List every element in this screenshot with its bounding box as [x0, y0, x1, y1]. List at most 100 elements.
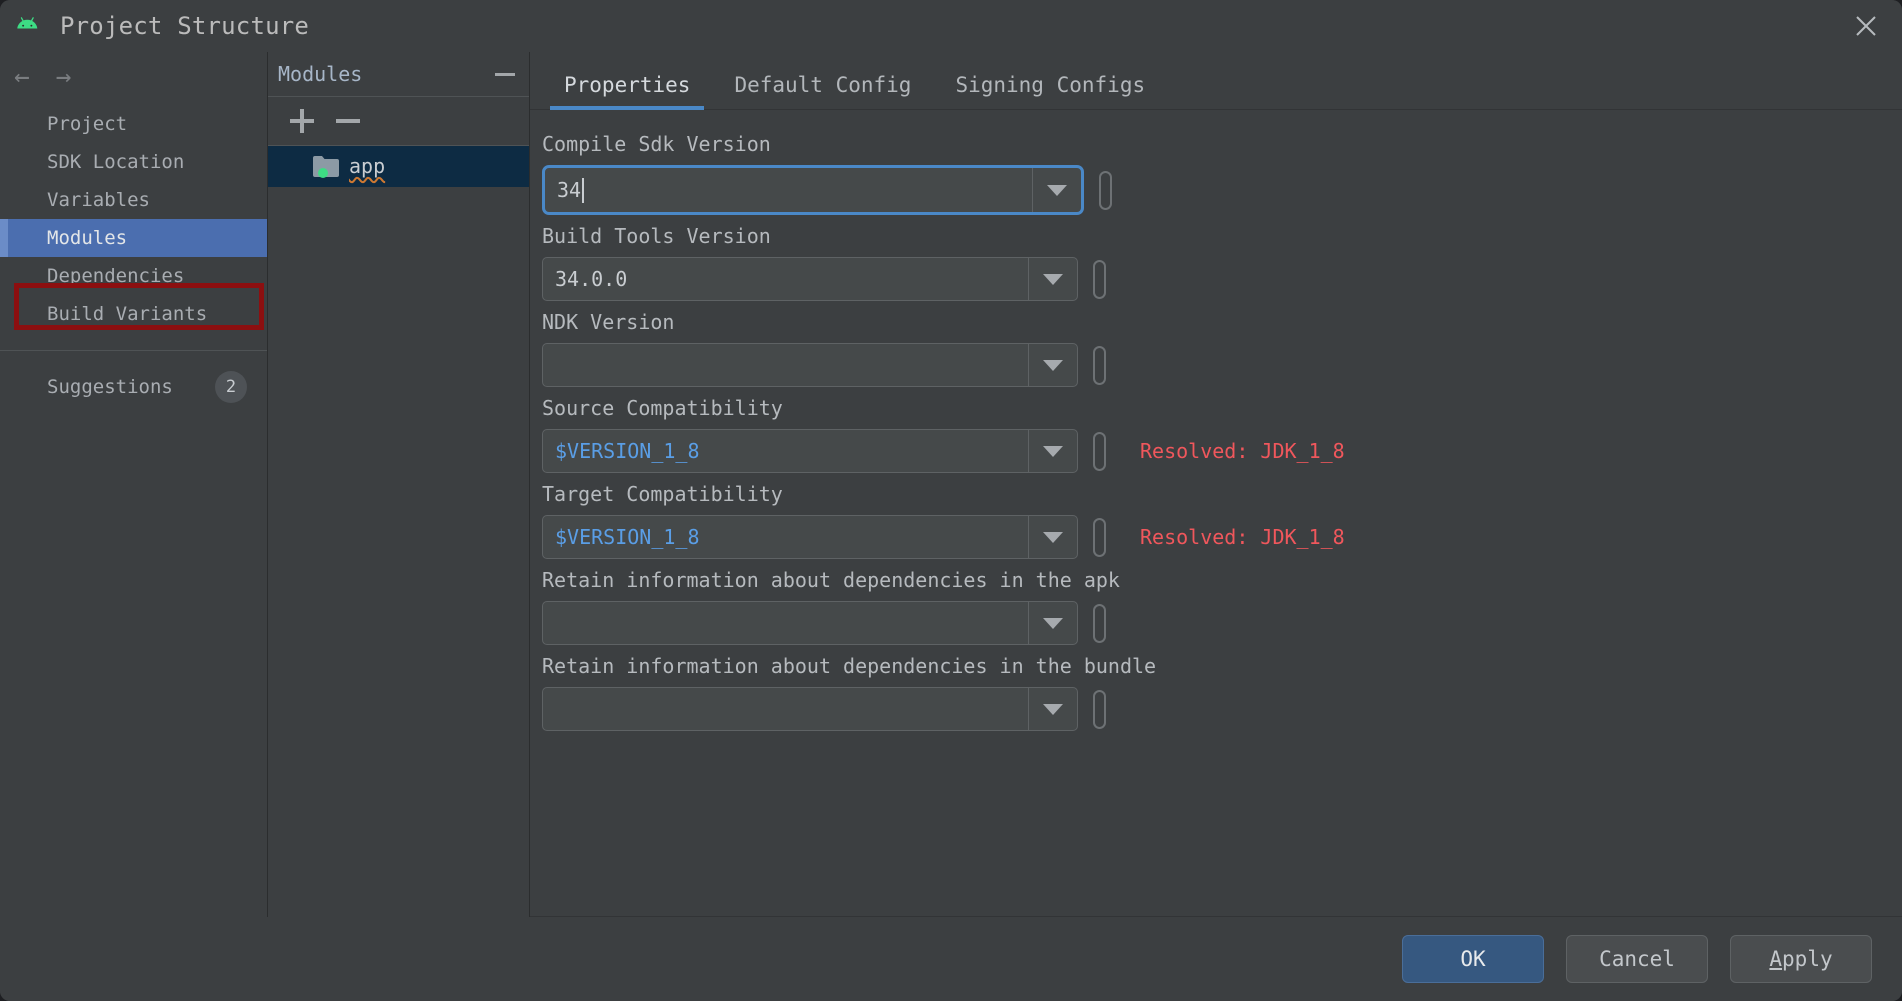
- apply-button[interactable]: Apply: [1730, 935, 1872, 983]
- field-row: [542, 687, 1902, 731]
- properties-form: Compile Sdk Version 34 Build Tools Versi…: [530, 110, 1902, 917]
- combo-value: [543, 688, 1028, 730]
- tab-label: Signing Configs: [955, 73, 1146, 97]
- combo-value: [543, 602, 1028, 644]
- left-navigation-panel: ← → Project SDK Location Variables Modul…: [0, 52, 268, 917]
- sidebar-item-label: Suggestions: [47, 376, 173, 398]
- sidebar-item-variables[interactable]: Variables: [0, 181, 267, 219]
- field-ndk-version: NDK Version: [542, 310, 1902, 387]
- apply-button-mnemonic: A: [1769, 947, 1783, 971]
- chevron-down-icon[interactable]: [1028, 602, 1077, 644]
- variable-pill-icon[interactable]: [1099, 170, 1112, 210]
- sidebar-item-label: Modules: [47, 227, 128, 249]
- tab-bar: Properties Default Config Signing Config…: [530, 52, 1902, 110]
- field-source-compatibility: Source Compatibility $VERSION_1_8 Resolv…: [542, 396, 1902, 473]
- modules-panel-title: Modules: [278, 62, 363, 86]
- plus-icon[interactable]: [290, 109, 314, 133]
- cancel-button[interactable]: Cancel: [1566, 935, 1708, 983]
- field-compile-sdk-version: Compile Sdk Version 34: [542, 132, 1902, 215]
- sidebar-item-sdk-location[interactable]: SDK Location: [0, 143, 267, 181]
- tree-item-label: app: [349, 153, 386, 178]
- nav-item-list: Project SDK Location Variables Modules D…: [0, 105, 267, 406]
- combo-text: 34: [557, 178, 582, 202]
- sidebar-item-dependencies[interactable]: Dependencies: [0, 257, 267, 295]
- variable-pill-icon[interactable]: [1093, 259, 1106, 299]
- variable-pill-icon[interactable]: [1093, 345, 1106, 385]
- combo-value: 34.0.0: [555, 267, 628, 291]
- cancel-button-label: Cancel: [1599, 947, 1675, 971]
- sidebar-item-build-variants[interactable]: Build Variants: [0, 295, 267, 333]
- build-tools-version-combobox[interactable]: 34.0.0: [542, 257, 1078, 301]
- variable-pill-icon[interactable]: [1093, 689, 1106, 729]
- ok-button[interactable]: OK: [1402, 935, 1544, 983]
- retain-dependencies-bundle-combobox[interactable]: [542, 687, 1078, 731]
- field-row: 34: [542, 165, 1902, 215]
- content-panel: Properties Default Config Signing Config…: [530, 52, 1902, 917]
- window-title: Project Structure: [60, 12, 310, 40]
- variable-pill-icon[interactable]: [1093, 431, 1106, 471]
- combo-value: $VERSION_1_8: [555, 439, 700, 463]
- ndk-version-combobox[interactable]: [542, 343, 1078, 387]
- chevron-down-icon[interactable]: [1028, 258, 1077, 300]
- minus-icon[interactable]: [336, 109, 360, 133]
- chevron-down-icon[interactable]: [1032, 168, 1081, 212]
- tab-properties[interactable]: Properties: [542, 73, 712, 110]
- field-label: Retain information about dependencies in…: [542, 568, 1120, 592]
- field-label: NDK Version: [542, 310, 675, 334]
- text-caret: [582, 177, 585, 203]
- nav-history-buttons: ← →: [0, 52, 267, 102]
- tree-item-app[interactable]: app: [268, 146, 529, 187]
- source-compatibility-combobox[interactable]: $VERSION_1_8: [542, 429, 1078, 473]
- dialog-body: ← → Project SDK Location Variables Modul…: [0, 52, 1902, 917]
- sidebar-item-modules[interactable]: Modules: [0, 219, 267, 257]
- nav-divider: [0, 350, 267, 351]
- field-row: [542, 343, 1902, 387]
- tab-signing-configs[interactable]: Signing Configs: [933, 73, 1167, 109]
- field-label: Target Compatibility: [542, 482, 783, 506]
- variable-pill-icon[interactable]: [1093, 603, 1106, 643]
- modules-panel-header: Modules: [268, 52, 529, 97]
- close-icon[interactable]: [1830, 0, 1902, 52]
- modules-toolbar: [268, 97, 529, 146]
- field-row: [542, 601, 1902, 645]
- tab-label: Properties: [564, 73, 691, 97]
- variable-pill-icon[interactable]: [1093, 517, 1106, 557]
- combo-value: $VERSION_1_8: [555, 525, 700, 549]
- compile-sdk-version-combobox[interactable]: 34: [542, 165, 1084, 215]
- field-retain-dependencies-bundle: Retain information about dependencies in…: [542, 654, 1902, 731]
- chevron-down-icon[interactable]: [1028, 344, 1077, 386]
- chevron-down-icon[interactable]: [1028, 688, 1077, 730]
- minus-icon[interactable]: [495, 72, 515, 76]
- field-retain-dependencies-apk: Retain information about dependencies in…: [542, 568, 1902, 645]
- apply-button-label: pply: [1782, 947, 1833, 971]
- sidebar-item-label: Project: [47, 113, 128, 135]
- chevron-down-icon[interactable]: [1028, 430, 1077, 472]
- sidebar-item-project[interactable]: Project: [0, 105, 267, 143]
- resolved-value-label: Resolved: JDK_1_8: [1140, 525, 1345, 549]
- sidebar-item-label: Variables: [47, 189, 150, 211]
- field-label: Compile Sdk Version: [542, 132, 771, 156]
- chevron-down-icon[interactable]: [1028, 516, 1077, 558]
- field-build-tools-version: Build Tools Version 34.0.0: [542, 224, 1902, 301]
- project-structure-dialog: Project Structure ← → Project SDK Locati…: [0, 0, 1902, 1001]
- status-badge: 2: [215, 371, 247, 403]
- dialog-footer: OK Cancel Apply: [0, 917, 1902, 1001]
- sidebar-item-label: Dependencies: [47, 265, 185, 287]
- combo-value: 34: [545, 168, 1032, 212]
- retain-dependencies-apk-combobox[interactable]: [542, 601, 1078, 645]
- modules-tree: app: [268, 146, 529, 917]
- arrow-right-icon[interactable]: →: [56, 64, 72, 90]
- field-row: $VERSION_1_8 Resolved: JDK_1_8: [542, 429, 1902, 473]
- combo-value: [543, 344, 1028, 386]
- field-label: Retain information about dependencies in…: [542, 654, 1157, 678]
- field-label: Source Compatibility: [542, 396, 783, 420]
- target-compatibility-combobox[interactable]: $VERSION_1_8: [542, 515, 1078, 559]
- title-bar: Project Structure: [0, 0, 1902, 52]
- ok-button-label: OK: [1460, 947, 1486, 971]
- tab-default-config[interactable]: Default Config: [712, 73, 933, 109]
- resolved-value-label: Resolved: JDK_1_8: [1140, 439, 1345, 463]
- sidebar-item-label: Build Variants: [47, 303, 208, 325]
- sidebar-item-suggestions[interactable]: Suggestions 2: [0, 368, 267, 406]
- field-target-compatibility: Target Compatibility $VERSION_1_8 Resolv…: [542, 482, 1902, 559]
- arrow-left-icon[interactable]: ←: [14, 64, 30, 90]
